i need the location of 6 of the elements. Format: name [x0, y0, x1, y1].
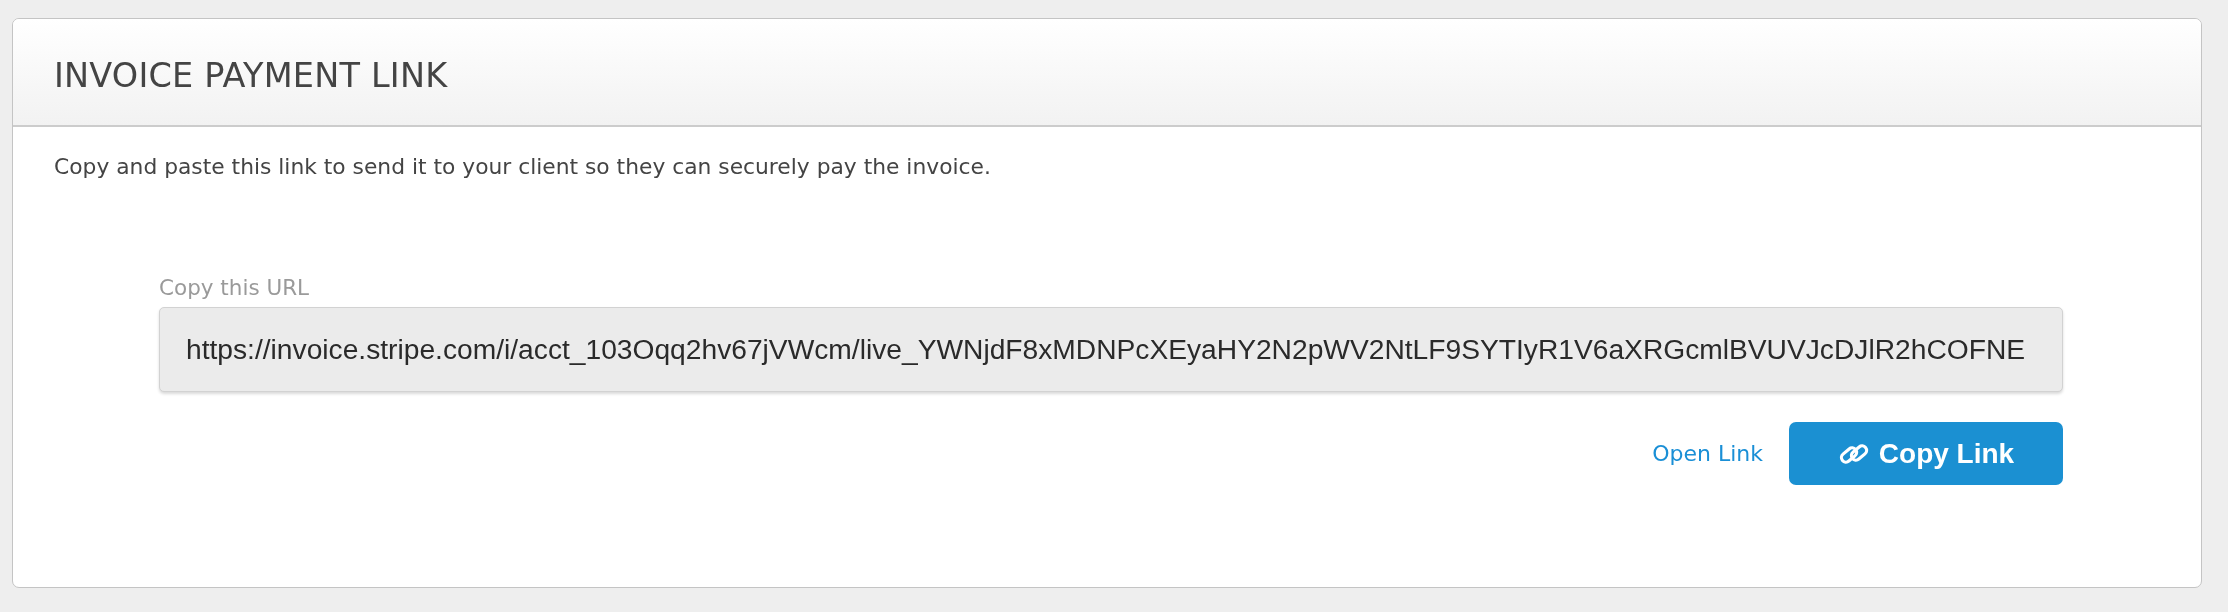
copy-link-button[interactable]: Copy Link: [1789, 422, 2063, 485]
open-link[interactable]: Open Link: [1652, 441, 1763, 466]
description-text: Copy and paste this link to send it to your client so they can securely pay the invoice.: [54, 153, 992, 181]
url-field[interactable]: https://invoice.stripe.com/i/acct_103Oqq2hv67jVWcm/live_YWNjdF8xMDNPcXEyaHY2N2pWV2NtLF9SYTIyR1V6aXRGcmlBVUVJcDJlR2hCOFNE: [159, 307, 2063, 392]
url-label: Copy this URL: [159, 275, 310, 301]
panel-title: INVOICE PAYMENT LINK: [54, 55, 448, 95]
